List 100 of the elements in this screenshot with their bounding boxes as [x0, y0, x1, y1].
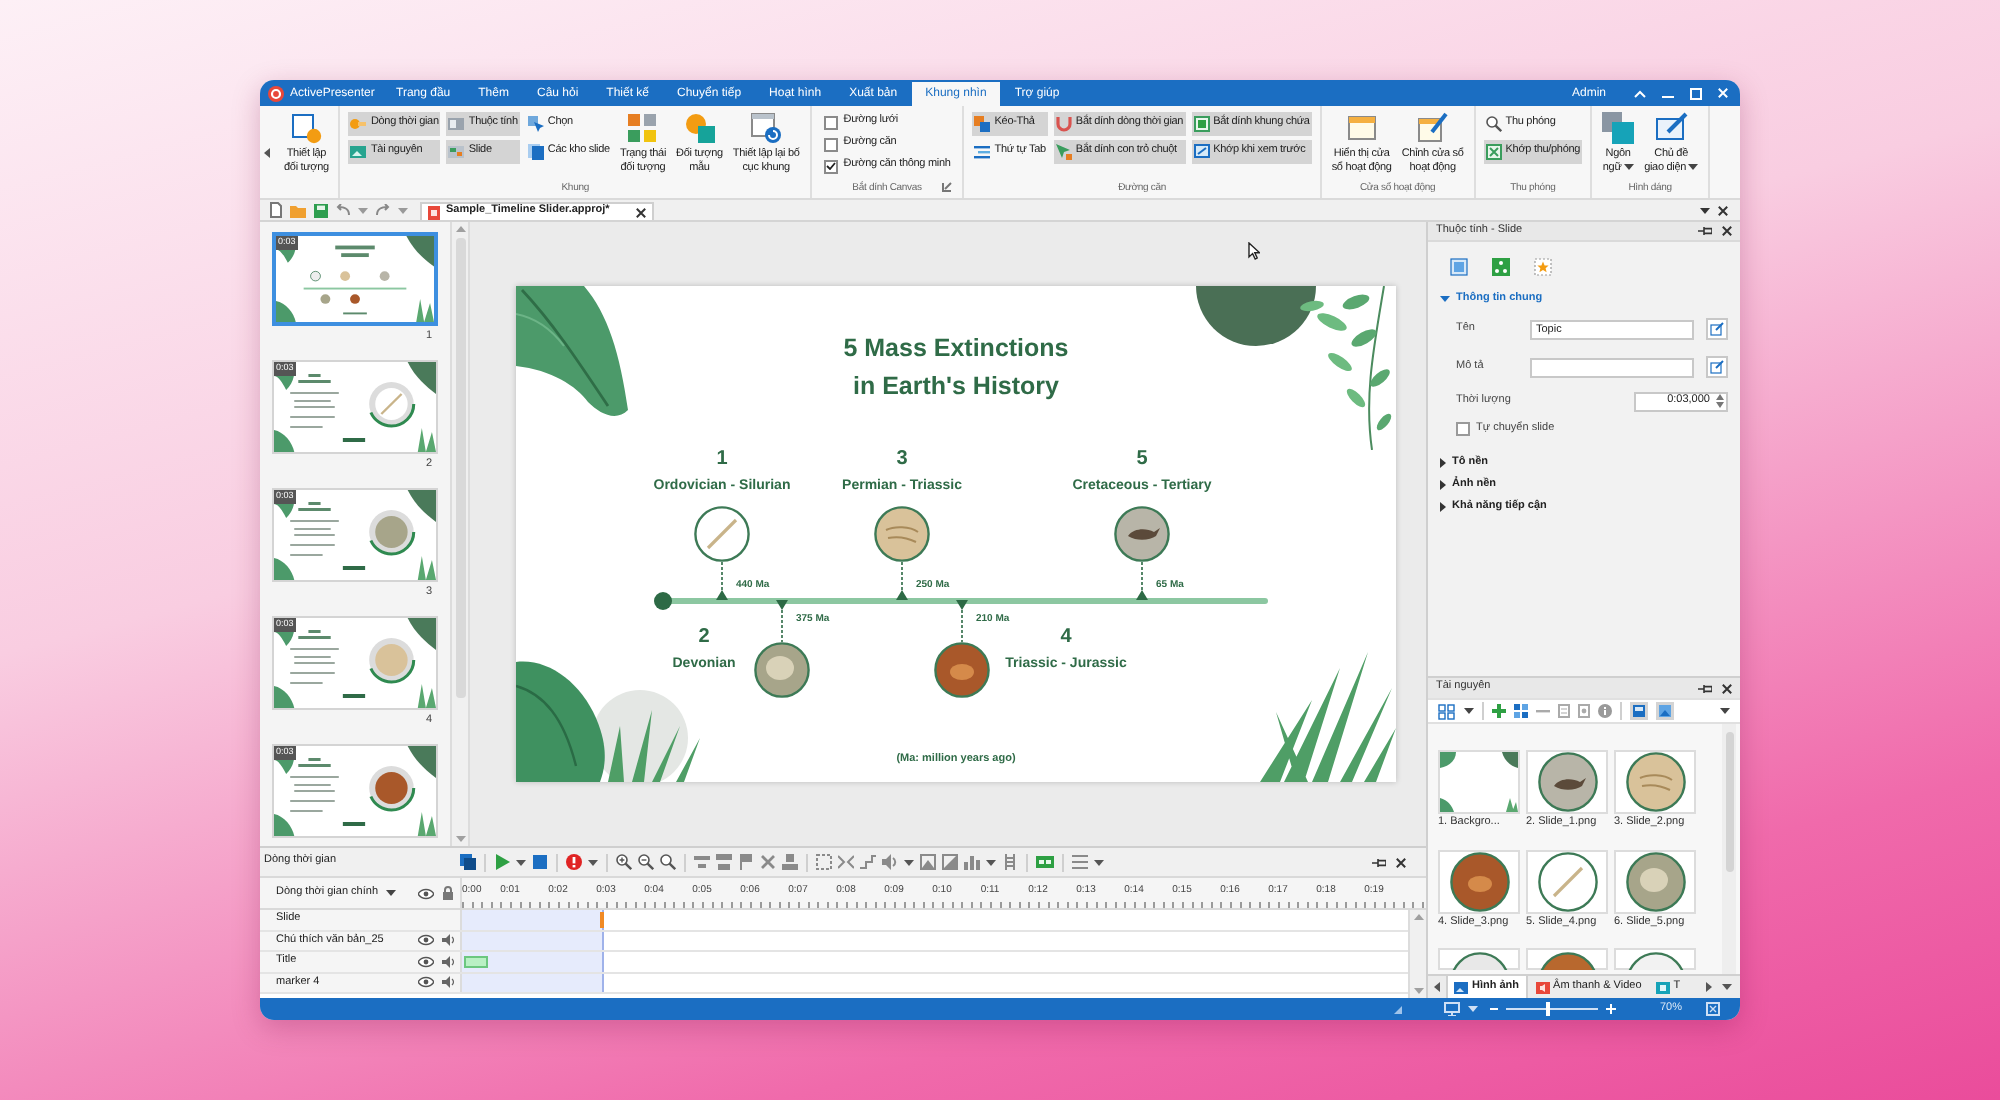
- bars-icon[interactable]: [694, 854, 710, 870]
- minus-icon[interactable]: [1536, 709, 1550, 713]
- close-icon[interactable]: [1722, 683, 1732, 693]
- flag-icon[interactable]: [738, 854, 754, 870]
- zoom-out-icon[interactable]: [638, 854, 654, 870]
- caret-icon[interactable]: [904, 859, 914, 865]
- save-icon[interactable]: [314, 203, 328, 217]
- info-icon[interactable]: [1598, 704, 1612, 718]
- cross-icon[interactable]: [760, 854, 776, 870]
- image-icon[interactable]: [920, 854, 936, 870]
- caret-icon[interactable]: [588, 859, 598, 865]
- scroll-up-icon[interactable]: [455, 226, 465, 232]
- caret-icon[interactable]: [1688, 164, 1699, 171]
- speaker-icon[interactable]: [882, 854, 898, 870]
- blocks-icon[interactable]: [716, 854, 732, 870]
- caret-icon[interactable]: [1722, 984, 1732, 990]
- scroll-down-icon[interactable]: [1413, 988, 1423, 994]
- caret-icon[interactable]: [516, 859, 526, 865]
- chevron-up-icon[interactable]: [1634, 89, 1646, 97]
- caret-icon[interactable]: [1700, 207, 1710, 213]
- maximize-icon[interactable]: [1690, 87, 1702, 99]
- resource-tile[interactable]: [1438, 948, 1520, 970]
- dashed-frame-icon[interactable]: [816, 854, 832, 870]
- zoom-in-icon[interactable]: [616, 854, 632, 870]
- edit-button[interactable]: [1706, 318, 1728, 340]
- edit-button[interactable]: [1706, 356, 1728, 378]
- chart-icon[interactable]: [964, 854, 980, 870]
- grid-view-icon[interactable]: [1438, 703, 1456, 719]
- close-icon[interactable]: [1722, 226, 1732, 236]
- caption-icon[interactable]: [1036, 854, 1054, 870]
- eye-icon[interactable]: [418, 934, 434, 947]
- stop-icon[interactable]: [532, 854, 548, 870]
- pin-icon[interactable]: [1698, 683, 1712, 693]
- resource-tile[interactable]: [1614, 948, 1696, 970]
- scroll-left-icon[interactable]: [264, 147, 270, 157]
- eye-icon[interactable]: [418, 976, 434, 989]
- checkbox[interactable]: [823, 115, 838, 129]
- steps-icon[interactable]: [860, 854, 876, 870]
- resource-tile[interactable]: [1526, 849, 1608, 913]
- lock-icon[interactable]: [442, 886, 454, 900]
- star-frame-icon[interactable]: [1534, 257, 1552, 275]
- resource-tile[interactable]: [1438, 750, 1520, 814]
- layers-icon[interactable]: [460, 854, 476, 870]
- close-icon[interactable]: [1718, 205, 1728, 215]
- redo-icon[interactable]: [376, 204, 390, 216]
- grid-icon[interactable]: [1514, 704, 1528, 718]
- list-icon[interactable]: [1072, 854, 1088, 870]
- caret-icon[interactable]: [1094, 859, 1104, 865]
- caret-icon[interactable]: [1623, 164, 1634, 171]
- scrollbar[interactable]: [1722, 724, 1736, 974]
- resource-tile[interactable]: [1614, 849, 1696, 913]
- scroll-up-icon[interactable]: [1413, 914, 1423, 920]
- stamp-icon[interactable]: [782, 854, 798, 870]
- split-icon[interactable]: [838, 854, 854, 870]
- play-icon[interactable]: [494, 854, 510, 870]
- scrollbar[interactable]: [450, 222, 470, 846]
- checkbox[interactable]: [823, 137, 838, 151]
- scrollbar[interactable]: [1408, 910, 1426, 998]
- crossed-square-icon[interactable]: [1706, 1002, 1721, 1016]
- scroll-left-icon[interactable]: [1434, 982, 1440, 992]
- picture-icon[interactable]: [1656, 702, 1674, 720]
- pin-icon[interactable]: [1372, 857, 1386, 867]
- page-icon[interactable]: [1450, 257, 1468, 275]
- pin-icon[interactable]: [1698, 226, 1712, 236]
- scrollbar-thumb[interactable]: [1725, 732, 1733, 872]
- page-icon[interactable]: [1578, 704, 1590, 718]
- caret-icon[interactable]: [1720, 708, 1730, 714]
- eye-icon[interactable]: [418, 955, 434, 968]
- scroll-right-icon[interactable]: [1706, 982, 1712, 992]
- resource-tile[interactable]: [1438, 849, 1520, 913]
- plus-icon[interactable]: [1492, 704, 1506, 718]
- speaker-icon[interactable]: [442, 976, 454, 989]
- spin-arrows-icon[interactable]: [1716, 394, 1724, 408]
- zoom-slider[interactable]: [1506, 1002, 1598, 1016]
- monitor-icon[interactable]: [1444, 1002, 1460, 1016]
- eye-icon[interactable]: [418, 887, 434, 899]
- speaker-icon[interactable]: [442, 934, 454, 947]
- speaker-icon[interactable]: [442, 955, 454, 968]
- exclamation-icon[interactable]: [566, 854, 582, 870]
- resource-tile[interactable]: [1526, 948, 1608, 970]
- three-dots-icon[interactable]: [1492, 257, 1510, 275]
- scroll-down-icon[interactable]: [455, 836, 465, 842]
- checkbox[interactable]: [823, 159, 838, 173]
- page-icon[interactable]: [1558, 704, 1570, 718]
- caret-icon[interactable]: [1464, 708, 1474, 714]
- magnifier-icon[interactable]: [660, 854, 676, 870]
- diagonal-frame-icon[interactable]: [942, 854, 958, 870]
- new-page-icon[interactable]: [270, 202, 282, 218]
- resource-tile[interactable]: [1614, 750, 1696, 814]
- text-field[interactable]: [1530, 357, 1694, 377]
- ladder-icon[interactable]: [1002, 854, 1018, 870]
- resource-tile[interactable]: [1526, 750, 1608, 814]
- undo-icon[interactable]: [336, 204, 350, 216]
- caret-icon[interactable]: [986, 859, 996, 865]
- caret-icon[interactable]: [386, 890, 397, 896]
- close-icon[interactable]: [1396, 857, 1406, 867]
- dialog-launcher-icon[interactable]: [942, 182, 953, 192]
- slider-thumb[interactable]: [1545, 1002, 1550, 1016]
- window-icon[interactable]: [1630, 702, 1648, 720]
- checkbox[interactable]: [1456, 422, 1470, 436]
